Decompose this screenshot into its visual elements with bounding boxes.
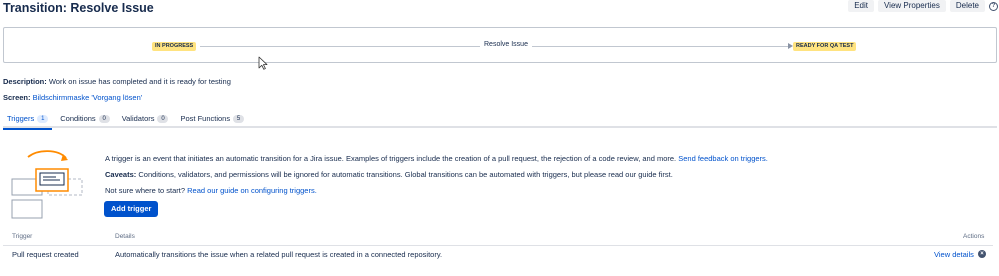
transition-tabs: Triggers 1 Conditions 0 Validators 0 Pos… [3, 114, 997, 130]
triggers-table-header: Trigger Details Actions [0, 233, 999, 245]
tab-triggers[interactable]: Triggers 1 [3, 114, 53, 130]
count-badge: 0 [157, 115, 169, 123]
triggers-illustration-icon [11, 150, 83, 219]
tab-label: Conditions [60, 114, 96, 123]
table-row: Pull request created Automatically trans… [0, 250, 999, 262]
top-actions: Edit View Properties Delete ? [844, 0, 999, 12]
tab-label: Validators [121, 114, 155, 123]
view-properties-button[interactable]: View Properties [877, 0, 946, 12]
count-badge: 5 [233, 115, 245, 123]
guide-link[interactable]: Read our guide on configuring triggers. [187, 186, 317, 195]
tab-label: Triggers [7, 114, 35, 123]
tab-label: Post Functions [180, 114, 231, 123]
transition-line-left [200, 46, 480, 47]
count-badge: 0 [98, 115, 110, 123]
add-trigger-button[interactable]: Add trigger [104, 201, 159, 217]
start-text: Not sure where to start? [105, 186, 186, 195]
caveats-text: Conditions, validators, and permissions … [138, 170, 673, 179]
caveats-line: Caveats: Conditions, validators, and per… [105, 170, 673, 179]
help-icon[interactable]: ? [989, 1, 998, 11]
view-details-link[interactable]: View details [934, 250, 974, 259]
delete-button[interactable]: Delete [949, 0, 985, 12]
intro-text: A trigger is an event that initiates an … [105, 154, 677, 163]
remove-trigger-icon[interactable]: × [978, 250, 986, 258]
screen-label: Screen: [3, 93, 31, 102]
description-value: Work on issue has completed and it is re… [48, 77, 231, 86]
description-label: Description: [3, 77, 47, 86]
transition-name: Resolve Issue [480, 41, 532, 48]
start-line: Not sure where to start? Read our guide … [105, 186, 317, 195]
mouse-cursor-icon [258, 56, 268, 70]
trigger-intro: A trigger is an event that initiates an … [105, 154, 768, 163]
column-header-details: Details [115, 233, 135, 240]
count-badge: 1 [37, 115, 49, 123]
screen-link[interactable]: Bildschirmmaske 'Vorgang lösen' [33, 93, 143, 102]
description-line: Description: Work on issue has completed… [3, 77, 231, 86]
tab-conditions[interactable]: Conditions 0 [56, 114, 113, 128]
tab-post-functions[interactable]: Post Functions 5 [176, 114, 248, 128]
trigger-name: Pull request created [12, 250, 79, 259]
column-header-actions: Actions [963, 233, 985, 240]
page-title: Transition: Resolve Issue [3, 1, 154, 15]
column-header-trigger: Trigger [12, 233, 33, 240]
tab-validators[interactable]: Validators 0 [118, 114, 173, 128]
table-divider [3, 245, 993, 246]
transition-line-right [524, 46, 790, 47]
screen-line: Screen: Bildschirmmaske 'Vorgang lösen' [3, 93, 142, 102]
edit-button[interactable]: Edit [848, 0, 874, 12]
caveats-label: Caveats: [105, 170, 137, 179]
workflow-diagram: IN PROGRESS Resolve Issue READY FOR QA T… [3, 27, 997, 63]
from-status-lozenge: IN PROGRESS [152, 42, 197, 51]
feedback-link[interactable]: Send feedback on triggers. [678, 154, 768, 163]
trigger-details: Automatically transitions the issue when… [115, 250, 443, 259]
to-status-lozenge: READY FOR QA TEST [793, 42, 857, 51]
